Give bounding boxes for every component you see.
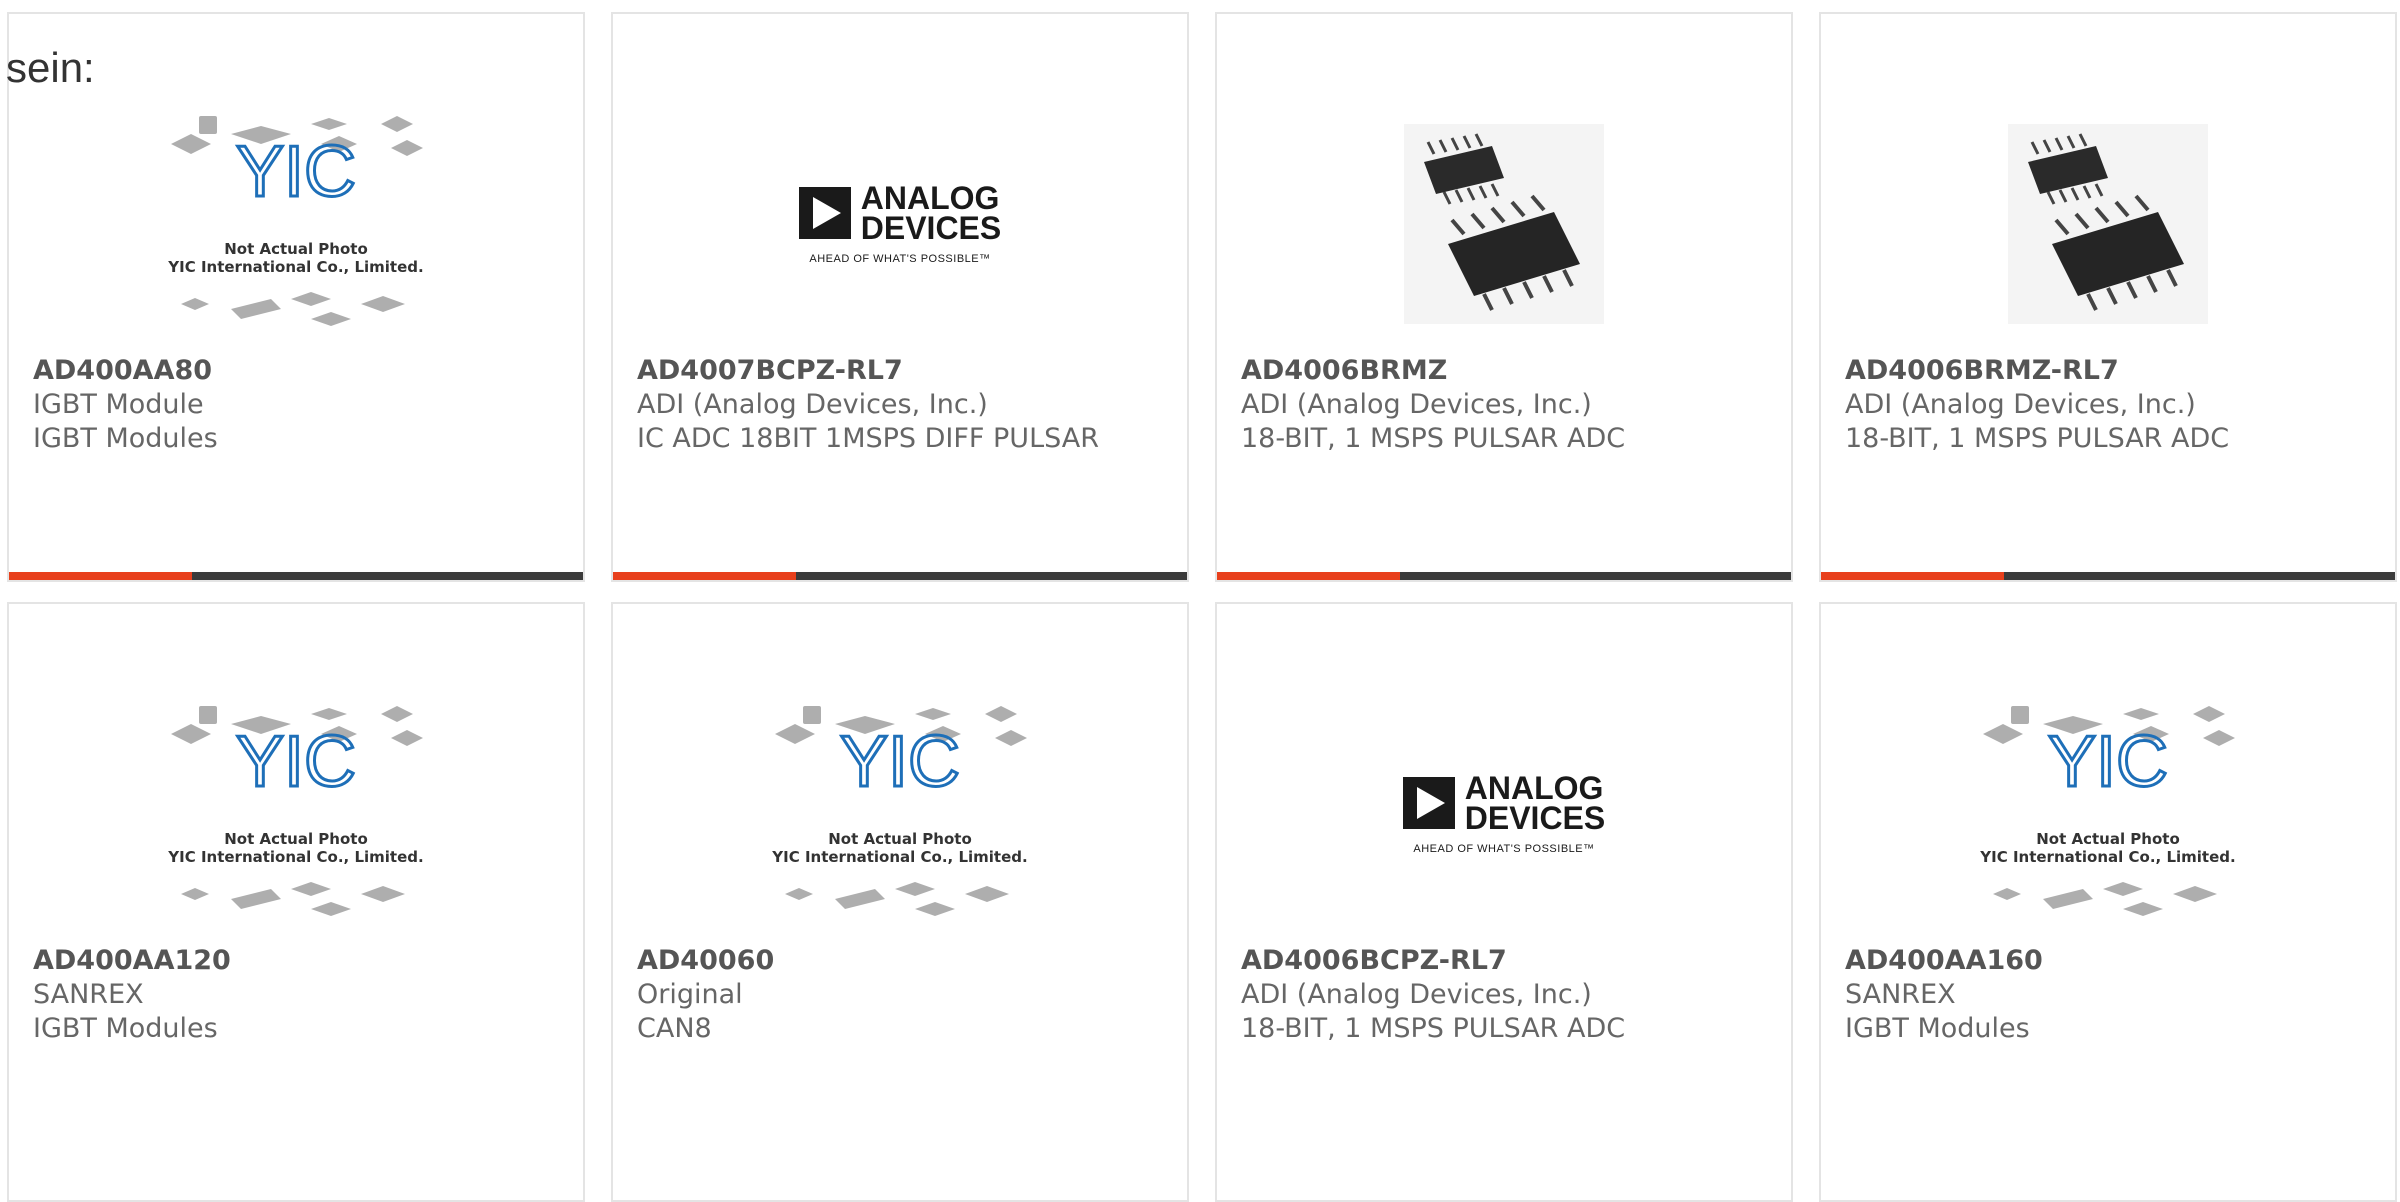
part-number[interactable]: AD4006BCPZ-RL7	[1241, 944, 1767, 978]
product-info: AD4006BRMZ ADI (Analog Devices, Inc.) 18…	[1241, 354, 1767, 456]
svg-text:Not Actual Photo: Not Actual Photo	[224, 830, 368, 848]
card-bar-accent	[613, 572, 796, 580]
product-card[interactable]: YIC Not Actual Photo YIC International C…	[611, 602, 1189, 1202]
brand: ADI (Analog Devices, Inc.)	[637, 389, 988, 420]
product-info: AD400AA120 SANREX IGBT Modules	[33, 944, 559, 1046]
svg-text:YIC: YIC	[840, 722, 960, 802]
svg-text:YIC International Co., Limited: YIC International Co., Limited.	[167, 258, 423, 276]
card-bottom-bar	[1217, 572, 1791, 580]
product-card[interactable]: ANALOG DEVICES AHEAD OF WHAT'S POSSIBLE™…	[611, 12, 1189, 582]
svg-text:YIC: YIC	[236, 722, 356, 802]
description: 18-BIT, 1 MSPS PULSAR ADC	[1241, 423, 1626, 454]
analog-devices-logo: ANALOG DEVICES AHEAD OF WHAT'S POSSIBLE™	[1402, 772, 1605, 855]
analog-devices-logo: ANALOG DEVICES AHEAD OF WHAT'S POSSIBLE™	[798, 182, 1001, 265]
placeholder-image-icon: YIC Not Actual Photo YIC International C…	[1979, 706, 2236, 916]
part-number[interactable]: AD400AA120	[33, 944, 559, 978]
description: IGBT Modules	[33, 423, 218, 454]
product-card[interactable]: YIC Not Actual Photo YIC International C…	[1819, 602, 2397, 1202]
product-info: AD4007BCPZ-RL7 ADI (Analog Devices, Inc.…	[637, 354, 1163, 456]
placeholder-image-icon: YIC Not Actual Photo YIC International C…	[771, 706, 1028, 916]
brand: ADI (Analog Devices, Inc.)	[1241, 979, 1592, 1010]
placeholder-image-icon: YIC Not Actual Photo YIC International C…	[167, 116, 424, 326]
svg-text:Not Actual Photo: Not Actual Photo	[224, 240, 368, 258]
placeholder-image-icon: YIC Not Actual Photo YIC International C…	[167, 706, 424, 916]
svg-text:Not Actual Photo: Not Actual Photo	[2036, 830, 2180, 848]
description: IGBT Modules	[33, 1013, 218, 1044]
brand: Original	[637, 979, 743, 1010]
product-card[interactable]: AD4006BRMZ-RL7 ADI (Analog Devices, Inc.…	[1819, 12, 2397, 582]
svg-text:Not Actual Photo: Not Actual Photo	[828, 830, 972, 848]
product-image[interactable]	[1821, 84, 2395, 364]
brand: SANREX	[1845, 979, 1956, 1010]
product-card[interactable]: YIC Not Actual Photo YIC International C…	[7, 602, 585, 1202]
product-image[interactable]: YIC Not Actual Photo YIC International C…	[1821, 674, 2395, 954]
card-bar-accent	[1217, 572, 1400, 580]
product-grid: YIC Not Actual Photo YIC International C…	[7, 12, 2400, 1202]
svg-text:YIC International Co., Limited: YIC International Co., Limited.	[771, 848, 1027, 866]
product-image[interactable]: YIC Not Actual Photo YIC International C…	[613, 674, 1187, 954]
brand: SANREX	[33, 979, 144, 1010]
card-bar-accent	[1821, 572, 2004, 580]
card-bar-accent	[9, 572, 192, 580]
svg-text:YIC International Co., Limited: YIC International Co., Limited.	[1979, 848, 2235, 866]
product-info: AD4006BCPZ-RL7 ADI (Analog Devices, Inc.…	[1241, 944, 1767, 1046]
adi-triangle-icon	[798, 187, 851, 239]
product-image[interactable]: ANALOG DEVICES AHEAD OF WHAT'S POSSIBLE™	[613, 84, 1187, 364]
description: CAN8	[637, 1013, 712, 1044]
part-number[interactable]: AD400AA80	[33, 354, 559, 388]
part-number[interactable]: AD4007BCPZ-RL7	[637, 354, 1163, 388]
lead-text: sein:	[6, 44, 95, 91]
product-card[interactable]: AD4006BRMZ ADI (Analog Devices, Inc.) 18…	[1215, 12, 1793, 582]
svg-text:YIC: YIC	[2048, 722, 2168, 802]
part-number[interactable]: AD400AA160	[1845, 944, 2371, 978]
product-image[interactable]: YIC Not Actual Photo YIC International C…	[9, 674, 583, 954]
description: IC ADC 18BIT 1MSPS DIFF PULSAR	[637, 423, 1099, 454]
part-number[interactable]: AD4006BRMZ	[1241, 354, 1767, 388]
card-bottom-bar	[1821, 572, 2395, 580]
svg-text:YIC International Co., Limited: YIC International Co., Limited.	[167, 848, 423, 866]
product-info: AD40060 Original CAN8	[637, 944, 1163, 1046]
product-image[interactable]: YIC Not Actual Photo YIC International C…	[9, 84, 583, 364]
adi-triangle-icon	[1402, 777, 1455, 829]
product-card[interactable]: ANALOG DEVICES AHEAD OF WHAT'S POSSIBLE™…	[1215, 602, 1793, 1202]
product-info: AD400AA160 SANREX IGBT Modules	[1845, 944, 2371, 1046]
description: 18-BIT, 1 MSPS PULSAR ADC	[1241, 1013, 1626, 1044]
part-number[interactable]: AD40060	[637, 944, 1163, 978]
product-image[interactable]: ANALOG DEVICES AHEAD OF WHAT'S POSSIBLE™	[1217, 674, 1791, 954]
description: 18-BIT, 1 MSPS PULSAR ADC	[1845, 423, 2230, 454]
card-bottom-bar	[9, 572, 583, 580]
product-image[interactable]	[1217, 84, 1791, 364]
product-info: AD4006BRMZ-RL7 ADI (Analog Devices, Inc.…	[1845, 354, 2371, 456]
msop-chip-photo	[2008, 124, 2208, 324]
brand: ADI (Analog Devices, Inc.)	[1845, 389, 2196, 420]
product-card[interactable]: YIC Not Actual Photo YIC International C…	[7, 12, 585, 582]
product-info: AD400AA80 IGBT Module IGBT Modules	[33, 354, 559, 456]
brand: IGBT Module	[33, 389, 204, 420]
part-number[interactable]: AD4006BRMZ-RL7	[1845, 354, 2371, 388]
msop-chip-photo	[1404, 124, 1604, 324]
description: IGBT Modules	[1845, 1013, 2030, 1044]
svg-text:YIC: YIC	[236, 132, 356, 212]
card-bottom-bar	[613, 572, 1187, 580]
brand: ADI (Analog Devices, Inc.)	[1241, 389, 1592, 420]
